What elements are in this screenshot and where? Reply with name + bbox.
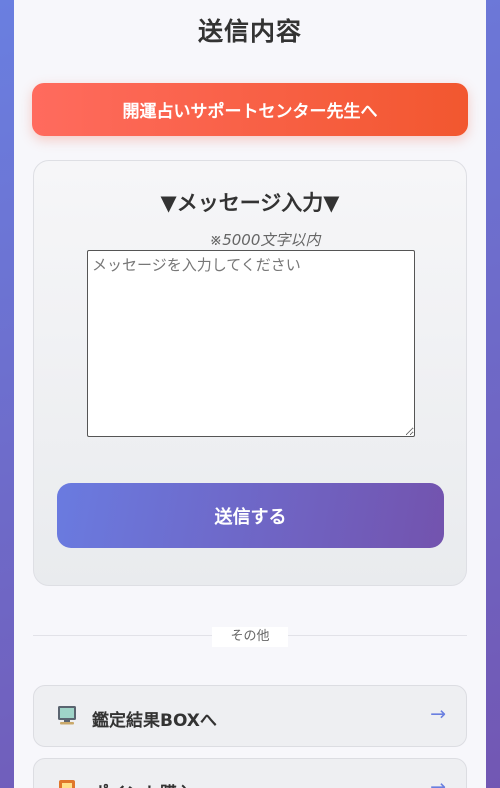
arrow-right-icon: → xyxy=(430,703,446,725)
send-button[interactable]: 送信する xyxy=(57,483,444,548)
menu-item-label: 鑑定結果BOXへ xyxy=(92,711,217,731)
message-panel: ▼メッセージ入力▼ ※5000文字以内 送信する xyxy=(33,160,467,586)
recipient-banner: 開運占いサポートセンター先生へ xyxy=(32,83,468,136)
page-title: 送信内容 xyxy=(197,17,302,46)
message-heading: ▼メッセージ入力▼ xyxy=(160,191,340,215)
message-textarea[interactable] xyxy=(87,250,415,437)
recipient-label: 開運占いサポートセンター先生へ xyxy=(122,102,378,122)
menu-item-label: ポイント購入 xyxy=(92,779,194,788)
character-limit-note: ※5000文字以内 xyxy=(209,231,321,249)
other-section-label: その他 xyxy=(212,627,288,647)
menu-item-reading-results[interactable]: 鑑定結果BOXへ → xyxy=(33,685,467,747)
computer-icon xyxy=(58,706,76,725)
menu-item-point-purchase[interactable]: ポイント購入 → xyxy=(33,758,467,788)
shop-icon xyxy=(59,780,75,788)
arrow-right-icon: → xyxy=(430,776,446,788)
